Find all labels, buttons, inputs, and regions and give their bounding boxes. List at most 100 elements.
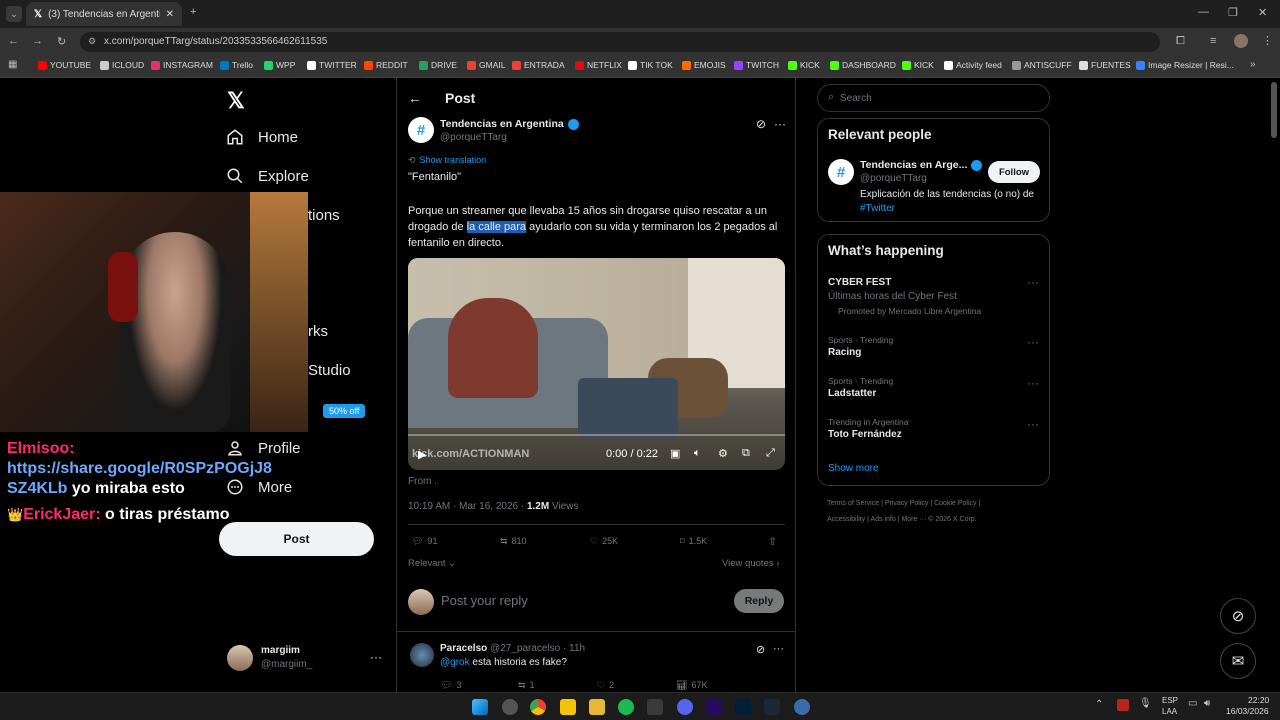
volume-icon[interactable]: 🔈︎ <box>694 447 701 460</box>
nav-notifications[interactable]: tions <box>308 207 340 224</box>
minimize-icon[interactable]: — <box>1198 6 1209 18</box>
reload-icon[interactable]: ↻ <box>57 35 66 48</box>
photoshop-icon[interactable] <box>735 699 751 715</box>
x-logo-icon[interactable]: 𝕏 <box>227 88 245 114</box>
repost-count-button[interactable]: ⇆ 810 <box>500 536 527 547</box>
reading-list-icon[interactable]: ≡ <box>1210 35 1216 47</box>
reply2-replies[interactable]: 💬︎ 3 <box>441 680 461 691</box>
post-button[interactable]: Post <box>219 522 374 556</box>
network-icon[interactable]: ▭ <box>1188 698 1197 709</box>
reply2-views[interactable]: 📊︎ 67K <box>676 680 707 691</box>
settings-icon[interactable]: ⚙ <box>718 447 728 460</box>
bookmark-item[interactable]: EMOJIS <box>682 60 726 70</box>
trend-menu-icon[interactable]: ··· <box>1027 275 1039 289</box>
messages-icon[interactable]: ✉ <box>1220 643 1256 679</box>
premium-badge[interactable]: 50% off <box>323 404 366 418</box>
premiere-icon[interactable] <box>706 699 722 715</box>
bookmark-item[interactable]: ICLOUD <box>100 60 144 70</box>
bookmark-item[interactable]: TIK TOK <box>628 60 673 70</box>
account-menu-icon[interactable]: ··· <box>370 650 382 664</box>
tray-chevron-icon[interactable]: ⌃ <box>1095 699 1103 710</box>
browser-tab[interactable]: 𝕏 (3) Tendencias en Argentina on ✕ <box>26 2 182 26</box>
bookmark-item[interactable]: ENTRADA <box>512 60 565 70</box>
bookmark-item[interactable]: KICK <box>788 60 820 70</box>
scrollbar[interactable] <box>1271 82 1277 138</box>
forward-icon[interactable]: → <box>32 35 43 47</box>
trend-menu-icon[interactable]: ··· <box>1027 376 1039 390</box>
show-translation-link[interactable]: ⟲ Show translation <box>408 155 486 166</box>
bookmark-item[interactable]: INSTAGRAM <box>151 60 213 70</box>
volume-tray-icon[interactable]: 🔊︎ <box>1204 698 1210 709</box>
lang-indicator[interactable]: ESP <box>1162 696 1178 705</box>
spotify-icon[interactable] <box>618 699 634 715</box>
post-video[interactable]: kick.com/ACTIONMAN ▶ 0:00 / 0:22 ▣ 🔈︎ ⚙ … <box>408 258 785 470</box>
bookmark-item[interactable]: KICK <box>902 60 934 70</box>
tab-list-button[interactable]: ⌄ <box>6 6 22 22</box>
bookmark-item[interactable]: ANTISCUFF <box>1012 60 1072 70</box>
capcut-icon[interactable] <box>647 699 663 715</box>
account-avatar[interactable] <box>227 645 253 671</box>
discord-icon[interactable] <box>677 699 693 715</box>
bookmark-item[interactable]: TWITCH <box>734 60 779 70</box>
reply-menu-icon[interactable]: ··· <box>773 643 784 655</box>
like-count-button[interactable]: ♡ 25K <box>590 536 618 547</box>
trend-menu-icon[interactable]: ··· <box>1027 335 1039 349</box>
video-progress[interactable] <box>408 434 785 436</box>
bookmark-item[interactable]: DASHBOARD <box>830 60 896 70</box>
nav-explore[interactable]: Explore <box>226 167 309 185</box>
restore-icon[interactable]: ❐ <box>1228 6 1238 19</box>
view-quotes-link[interactable]: View quotes › <box>722 558 779 569</box>
mic-icon[interactable]: 🎙︎ <box>1139 698 1152 709</box>
back-arrow-icon[interactable]: ← <box>408 90 422 106</box>
play-icon[interactable]: ▶ <box>418 448 426 461</box>
bookmark-item[interactable]: Trello <box>220 60 253 70</box>
start-icon[interactable] <box>472 699 488 715</box>
relevant-dropdown[interactable]: Relevant ⌄ <box>408 558 456 569</box>
reply-button[interactable]: Reply <box>734 589 784 613</box>
reply-author-avatar[interactable] <box>410 643 434 667</box>
profile-avatar-icon[interactable] <box>1234 34 1248 48</box>
url-field[interactable]: ⚙ x.com/porqueTTarg/status/2033533566462… <box>80 32 1160 52</box>
bookmark-count-button[interactable]: ⌑ 1.5K <box>680 536 707 547</box>
bookmark-item[interactable]: DRIVE <box>419 60 457 70</box>
grok-float-icon[interactable]: ⊘ <box>1220 598 1256 634</box>
follow-button[interactable]: Follow <box>988 161 1040 183</box>
show-more-link[interactable]: Show more <box>828 463 879 474</box>
trend-menu-icon[interactable]: ··· <box>1027 417 1039 431</box>
reply-mention[interactable]: @grok <box>440 657 470 668</box>
person-bio-tag[interactable]: #Twitter <box>860 203 895 214</box>
nav-studio[interactable]: Studio <box>308 362 351 379</box>
bookmark-item[interactable]: GMAIL <box>467 60 505 70</box>
bookmark-item[interactable]: Image Resizer | Resi... <box>1136 60 1234 70</box>
new-tab-icon[interactable]: + <box>190 6 196 18</box>
search-box[interactable]: ⌕ Search <box>817 84 1050 112</box>
reply2-likes[interactable]: ♡ 2 <box>597 680 614 691</box>
reply-count-button[interactable]: 💬︎ 91 <box>412 536 437 547</box>
back-icon[interactable]: ← <box>8 35 19 47</box>
footer-links-1[interactable]: Terms of Service | Privacy Policy | Cook… <box>827 500 980 507</box>
taskbar-app-icon[interactable] <box>502 699 518 715</box>
person-avatar[interactable]: # <box>828 159 854 185</box>
fullscreen-icon[interactable]: ⤢ <box>766 447 775 460</box>
reply2-reposts[interactable]: ⇆ 1 <box>518 680 535 691</box>
post-menu-icon[interactable]: ··· <box>774 117 786 131</box>
author-avatar[interactable]: # <box>408 117 434 143</box>
notes-icon[interactable] <box>560 699 576 715</box>
tab-close-icon[interactable]: ✕ <box>166 9 174 20</box>
bookmark-item[interactable]: REDDIT <box>364 60 408 70</box>
steam-icon[interactable] <box>764 699 780 715</box>
nav-home[interactable]: Home <box>226 128 298 146</box>
author-name-row[interactable]: Tendencias en Argentina <box>440 118 579 130</box>
captions-icon[interactable]: ▣ <box>670 447 680 460</box>
grok-icon[interactable]: ⊘ <box>756 117 766 131</box>
bookmark-item[interactable]: NETFLIX <box>575 60 622 70</box>
reply-author-name[interactable]: Paracelso <box>440 643 487 654</box>
bookmark-item[interactable]: FUENTES <box>1079 60 1131 70</box>
clock-time[interactable]: 22:20 <box>1248 695 1269 705</box>
share-icon[interactable]: ⇧ <box>768 535 777 548</box>
more-bookmarks-icon[interactable]: » <box>1250 59 1256 70</box>
tray-app-icon[interactable] <box>1117 699 1129 711</box>
bookmark-item[interactable]: WPP <box>264 60 295 70</box>
pip-icon[interactable]: ⧉ <box>742 447 750 460</box>
chrome-icon[interactable] <box>530 699 546 715</box>
